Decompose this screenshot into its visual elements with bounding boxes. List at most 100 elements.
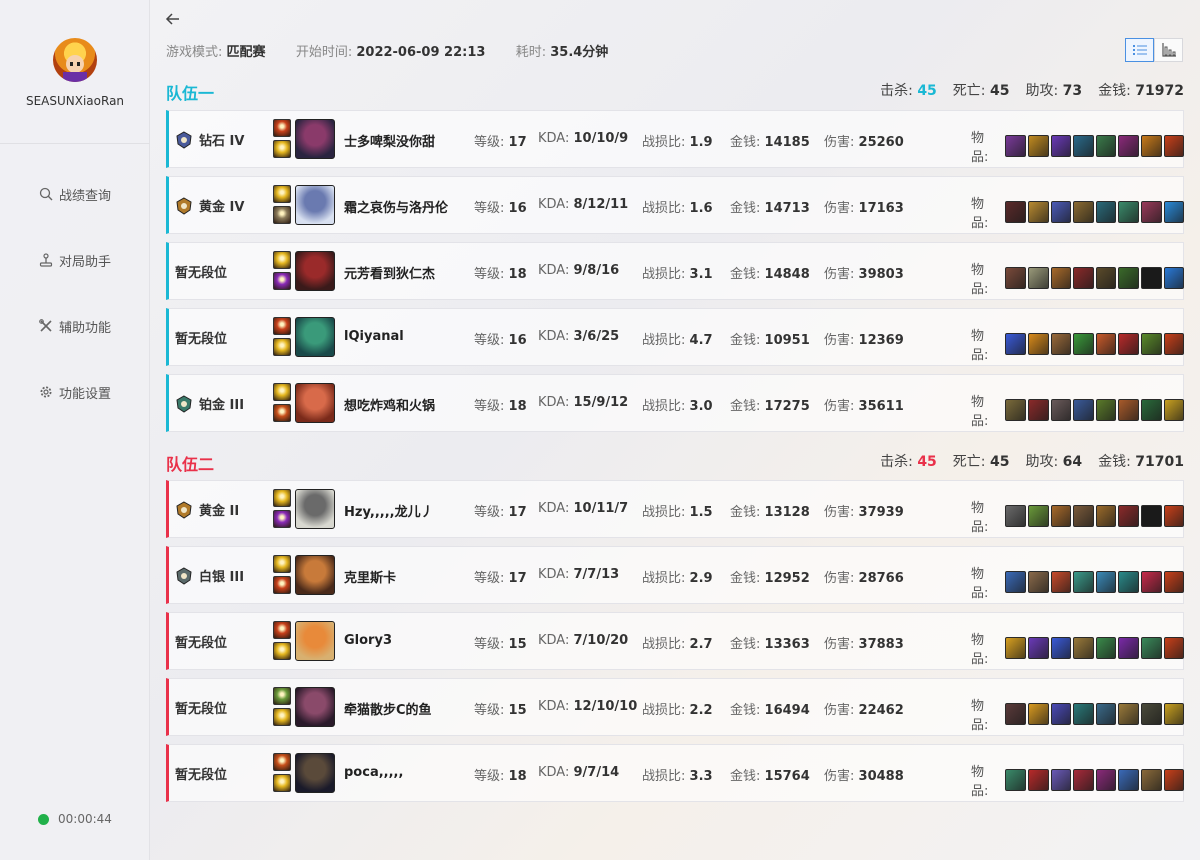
item-icon[interactable] [1073,703,1094,725]
list-view-button[interactable] [1125,38,1154,62]
item-icon[interactable] [1095,505,1117,527]
item-icon[interactable] [1005,333,1026,355]
champion-portrait[interactable] [295,489,335,529]
item-icon[interactable] [1095,267,1117,289]
item-icon[interactable] [1141,505,1162,527]
summoner-spell-icon[interactable] [273,642,291,660]
item-icon[interactable] [1005,571,1026,593]
item-icon[interactable] [1141,333,1162,355]
player-row[interactable]: 白银 III 克里斯卡 等级: 17 KDA: 7/7/13 战损比: 2.9 金钱: 1… [166,546,1185,604]
item-icon[interactable] [1163,201,1185,223]
item-icon[interactable] [1118,135,1140,157]
item-icon[interactable] [1095,201,1117,223]
item-icon[interactable] [1163,703,1185,725]
summoner-spell-icon[interactable] [273,708,291,726]
champion-portrait[interactable] [295,251,335,291]
player-row[interactable]: 黄金 IV 霜之哀伤与洛丹伦 等级: 16 KDA: 8/12/11 战损比: 1.6 金… [166,176,1185,234]
item-icon[interactable] [1118,703,1140,725]
item-icon[interactable] [1073,201,1094,223]
item-icon[interactable] [1163,399,1185,421]
champion-portrait[interactable] [295,185,335,225]
player-row[interactable]: 暂无段位 元芳看到狄仁杰 等级: 18 KDA: 9/8/16 战损比: 3.1 金钱: … [166,242,1185,300]
item-icon[interactable] [1027,637,1049,659]
summoner-spell-icon[interactable] [273,774,291,792]
item-icon[interactable] [1141,769,1162,791]
summoner-spell-icon[interactable] [273,206,291,224]
item-icon[interactable] [1163,769,1185,791]
avatar[interactable] [53,38,97,82]
item-icon[interactable] [1027,505,1049,527]
champion-portrait[interactable] [295,753,335,793]
summoner-spell-icon[interactable] [273,489,291,507]
item-icon[interactable] [1095,637,1117,659]
player-row[interactable]: 暂无段位 Glory3 等级: 15 KDA: 7/10/20 战损比: 2.7 金钱: … [166,612,1185,670]
summoner-spell-icon[interactable] [273,404,291,422]
item-icon[interactable] [1050,135,1072,157]
item-icon[interactable] [1095,333,1117,355]
item-icon[interactable] [1163,135,1185,157]
item-icon[interactable] [1027,399,1049,421]
item-icon[interactable] [1005,135,1026,157]
summoner-spell-icon[interactable] [273,185,291,203]
item-icon[interactable] [1118,267,1140,289]
summoner-spell-icon[interactable] [273,119,291,137]
item-icon[interactable] [1141,201,1162,223]
item-icon[interactable] [1118,201,1140,223]
item-icon[interactable] [1050,505,1072,527]
champion-portrait[interactable] [295,383,335,423]
item-icon[interactable] [1163,333,1185,355]
nav-game-assistant[interactable]: 对局助手 [0,248,150,272]
item-icon[interactable] [1095,399,1117,421]
item-icon[interactable] [1073,333,1094,355]
item-icon[interactable] [1073,505,1094,527]
item-icon[interactable] [1050,703,1072,725]
item-icon[interactable] [1118,505,1140,527]
back-arrow-icon[interactable] [164,10,182,28]
player-row[interactable]: 暂无段位 lQiyanal 等级: 16 KDA: 3/6/25 战损比: 4.7 金钱:… [166,308,1185,366]
champion-portrait[interactable] [295,317,335,357]
summoner-spell-icon[interactable] [273,140,291,158]
item-icon[interactable] [1163,267,1185,289]
item-icon[interactable] [1141,399,1162,421]
item-icon[interactable] [1073,571,1094,593]
item-icon[interactable] [1050,333,1072,355]
item-icon[interactable] [1073,399,1094,421]
item-icon[interactable] [1163,637,1185,659]
item-icon[interactable] [1005,399,1026,421]
item-icon[interactable] [1118,571,1140,593]
item-icon[interactable] [1050,571,1072,593]
chart-view-button[interactable] [1154,38,1183,62]
item-icon[interactable] [1050,201,1072,223]
item-icon[interactable] [1050,769,1072,791]
summoner-spell-icon[interactable] [273,338,291,356]
item-icon[interactable] [1050,267,1072,289]
item-icon[interactable] [1027,267,1049,289]
champion-portrait[interactable] [295,621,335,661]
item-icon[interactable] [1141,703,1162,725]
item-icon[interactable] [1118,399,1140,421]
item-icon[interactable] [1027,135,1049,157]
item-icon[interactable] [1095,571,1117,593]
summoner-spell-icon[interactable] [273,317,291,335]
champion-portrait[interactable] [295,555,335,595]
item-icon[interactable] [1005,201,1026,223]
item-icon[interactable] [1118,333,1140,355]
item-icon[interactable] [1027,333,1049,355]
summoner-spell-icon[interactable] [273,576,291,594]
item-icon[interactable] [1163,571,1185,593]
item-icon[interactable] [1141,267,1162,289]
player-row[interactable]: 暂无段位 poca,,,,, 等级: 18 KDA: 9/7/14 战损比: 3.3 金钱… [166,744,1185,802]
item-icon[interactable] [1005,267,1026,289]
item-icon[interactable] [1095,135,1117,157]
item-icon[interactable] [1118,769,1140,791]
item-icon[interactable] [1073,769,1094,791]
item-icon[interactable] [1163,505,1185,527]
summoner-spell-icon[interactable] [273,621,291,639]
item-icon[interactable] [1005,637,1026,659]
item-icon[interactable] [1027,571,1049,593]
item-icon[interactable] [1073,135,1094,157]
player-row[interactable]: 钻石 IV 士多啤梨没你甜 等级: 17 KDA: 10/10/9 战损比: 1.9 金钱… [166,110,1185,168]
summoner-spell-icon[interactable] [273,383,291,401]
item-icon[interactable] [1027,703,1049,725]
player-row[interactable]: 暂无段位 牵猫散步C的鱼 等级: 15 KDA: 12/10/10 战损比: 2.2 金钱… [166,678,1185,736]
